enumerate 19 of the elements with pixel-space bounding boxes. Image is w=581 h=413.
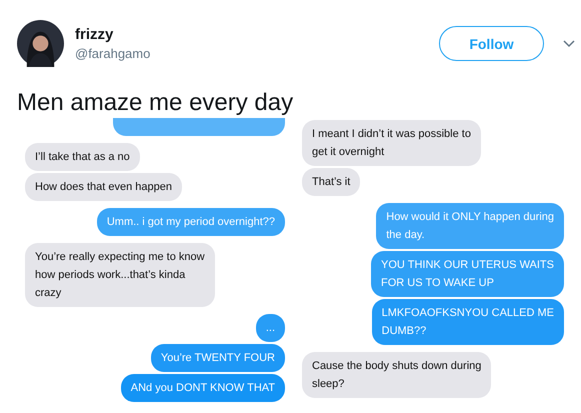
message-bubble: Umm.. i got my period overnight?? [96, 208, 285, 236]
avatar[interactable] [17, 20, 64, 67]
message-bubble: ... [256, 314, 285, 342]
author-handle[interactable]: @farahgamo [75, 46, 150, 61]
author-name[interactable]: frizzy [75, 26, 150, 43]
message-bubble: That’s it [302, 168, 360, 196]
message-bubble: YOU THINK OUR UTERUS WAITS FOR US TO WAKE UP [371, 251, 564, 297]
message-bubble: I’ll take that as a no [25, 143, 140, 171]
follow-button[interactable]: Follow [439, 26, 544, 61]
message-bubble: How would it ONLY happen during the day. [376, 203, 564, 249]
tweet-text: Men amaze me every day [17, 88, 294, 118]
message-bubble: LMKFOAOFKSNYOU CALLED ME DUMB?? [372, 299, 564, 345]
message-bubble: You’re really expecting me to know how periods work...that’s kinda crazy [25, 243, 215, 307]
message-bubble: You’re TWENTY FOUR [150, 344, 285, 372]
message-bubble: How does that even happen [25, 173, 182, 201]
message-bubble: ANd you DONT KNOW THAT [120, 374, 285, 402]
chevron-down-icon[interactable] [563, 40, 575, 48]
message-bubble: Cause the body shuts down during sleep? [302, 352, 492, 398]
message-bubble: I meant I didn’t it was possible to get it overnight [302, 120, 481, 166]
